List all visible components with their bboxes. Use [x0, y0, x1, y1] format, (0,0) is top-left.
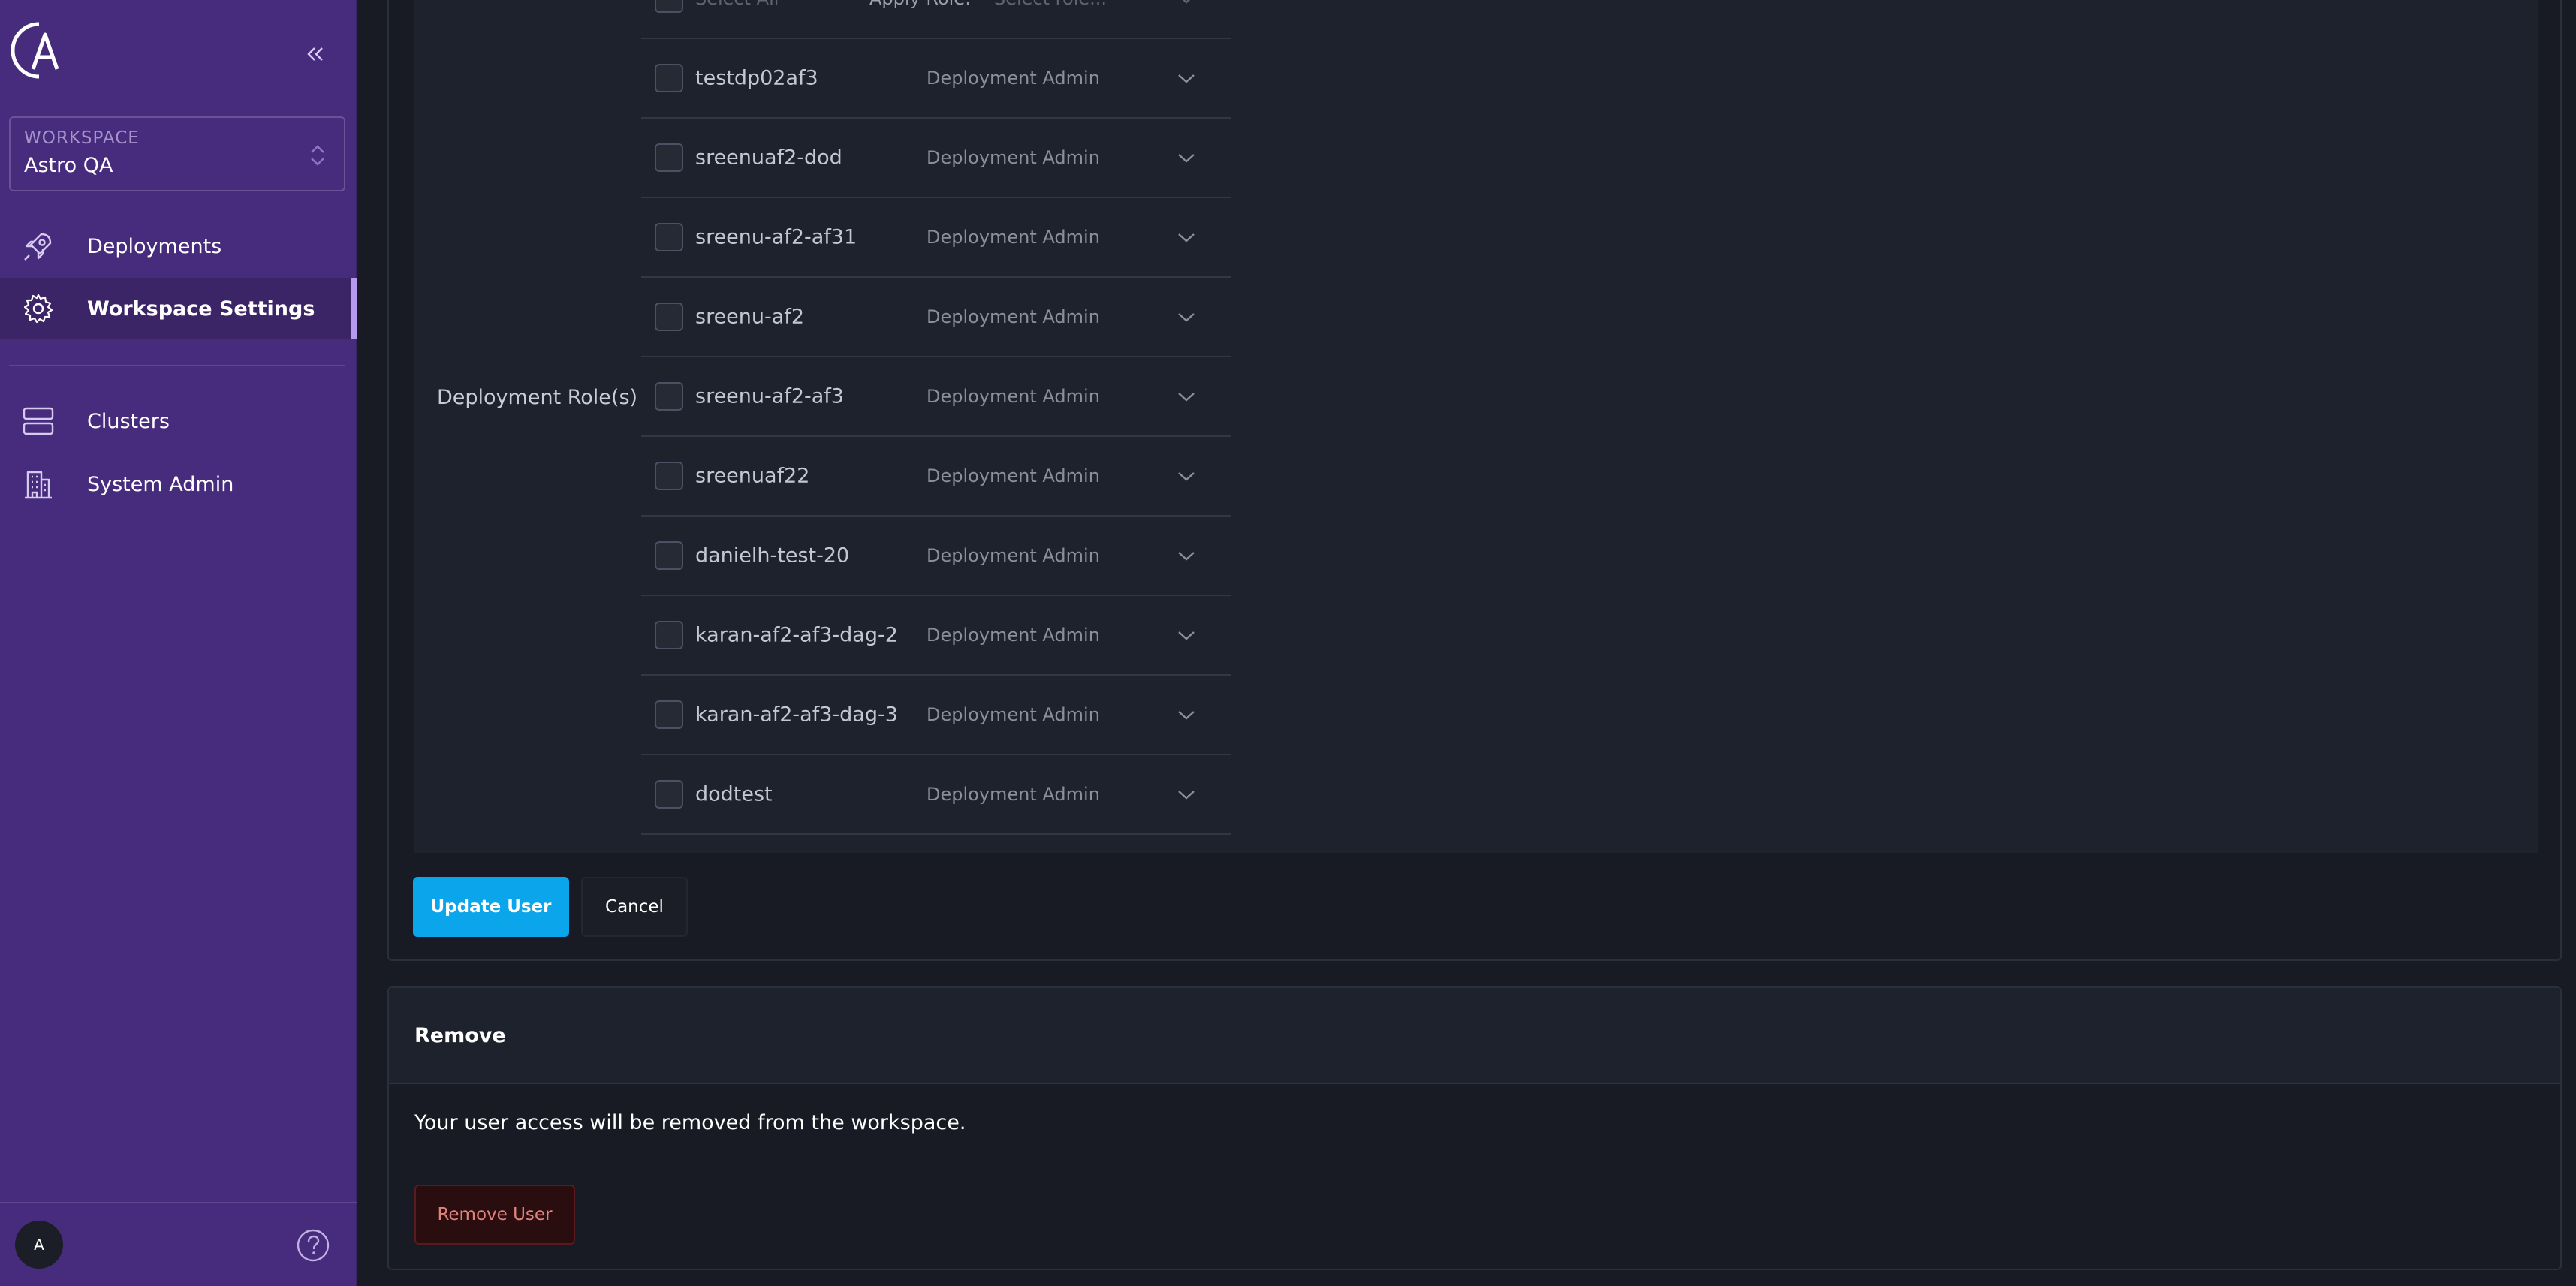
- deployment-name: sreenu-af2-af3: [695, 384, 844, 408]
- deployment-role-row: sreenu-af2-af3 Deployment Admin: [641, 357, 1231, 437]
- deployment-role-value: Deployment Admin: [926, 68, 1100, 89]
- workspace-name: Astro QA: [24, 154, 113, 177]
- chevron-down-icon: [1178, 393, 1195, 402]
- deployment-role-row: danielh-test-20 Deployment Admin: [641, 517, 1231, 596]
- sidebar-divider: [0, 1202, 357, 1203]
- deployment-role-select[interactable]: Deployment Admin: [926, 215, 1197, 260]
- deployment-role-row: karan-af2-af3-dag-2 Deployment Admin: [641, 596, 1231, 676]
- sidebar-item-label: Workspace Settings: [87, 297, 315, 321]
- chevron-down-icon: [1178, 631, 1195, 640]
- deployment-role-row: sreenuaf2-dod Deployment Admin: [641, 119, 1231, 198]
- remove-user-card: Remove Your user access will be removed …: [387, 986, 2562, 1270]
- deployment-role-select[interactable]: Deployment Admin: [926, 56, 1197, 101]
- deployment-checkbox[interactable]: [655, 462, 683, 490]
- deployment-name: sreenu-af2-af31: [695, 225, 857, 249]
- deployment-name: dodtest: [695, 782, 773, 806]
- deployment-role-value: Deployment Admin: [926, 306, 1100, 327]
- gear-icon: [21, 291, 56, 326]
- deployment-role-select[interactable]: Deployment Admin: [926, 294, 1197, 339]
- deployment-role-value: Deployment Admin: [926, 147, 1100, 168]
- remove-user-button[interactable]: Remove User: [414, 1185, 575, 1245]
- sidebar-item-label: System Admin: [87, 472, 234, 496]
- deployment-checkbox[interactable]: [655, 541, 683, 570]
- chevron-down-icon: [1178, 233, 1195, 242]
- deployment-role-value: Deployment Admin: [926, 784, 1100, 805]
- select-all-checkbox[interactable]: [655, 0, 683, 13]
- deployment-name: sreenu-af2: [695, 305, 804, 329]
- deployment-name: karan-af2-af3-dag-3: [695, 703, 898, 727]
- sidebar-item-system-admin[interactable]: System Admin: [0, 453, 357, 515]
- deployment-role-value: Deployment Admin: [926, 465, 1100, 486]
- deployment-role-value: Deployment Admin: [926, 625, 1100, 646]
- deployment-role-row: dodtest Deployment Admin: [641, 755, 1231, 835]
- deployment-checkbox[interactable]: [655, 223, 683, 251]
- deployment-checkbox[interactable]: [655, 64, 683, 92]
- select-all-label: Select All: [695, 0, 779, 9]
- deployment-checkbox[interactable]: [655, 700, 683, 729]
- deployment-name: karan-af2-af3-dag-2: [695, 623, 898, 647]
- deployment-role-select[interactable]: Deployment Admin: [926, 135, 1197, 180]
- sidebar-item-deployments[interactable]: Deployments: [0, 215, 357, 277]
- deployment-role-row: testdp02af3 Deployment Admin: [641, 39, 1231, 119]
- chevron-down-icon: [1178, 74, 1195, 83]
- remove-description: Your user access will be removed from th…: [414, 1111, 966, 1134]
- deployment-checkbox[interactable]: [655, 303, 683, 331]
- chevron-down-icon: [1178, 154, 1195, 163]
- rocket-icon: [21, 229, 56, 264]
- deployment-name: testdp02af3: [695, 66, 818, 90]
- chevron-down-icon: [1178, 552, 1195, 561]
- deployment-checkbox[interactable]: [655, 382, 683, 411]
- deployment-role-select[interactable]: Deployment Admin: [926, 453, 1197, 498]
- sidebar-item-workspace-settings[interactable]: Workspace Settings: [0, 278, 357, 339]
- deployment-checkbox[interactable]: [655, 143, 683, 172]
- building-icon: [21, 467, 56, 501]
- roles-header-row: Select All Apply Role: Select role...: [641, 0, 1231, 39]
- remove-card-header: Remove: [389, 988, 2560, 1084]
- chevron-down-icon: [1178, 313, 1195, 322]
- remove-title: Remove: [414, 1024, 506, 1047]
- deployment-roles-label: Deployment Role(s): [437, 386, 638, 409]
- chevron-down-icon: [1178, 791, 1195, 800]
- update-user-button[interactable]: Update User: [413, 877, 569, 937]
- deployment-role-select[interactable]: Deployment Admin: [926, 374, 1197, 419]
- deployment-role-value: Deployment Admin: [926, 545, 1100, 566]
- deployment-checkbox[interactable]: [655, 780, 683, 809]
- deployment-role-select[interactable]: Deployment Admin: [926, 692, 1197, 737]
- sidebar-divider: [9, 365, 345, 366]
- cancel-button[interactable]: Cancel: [581, 877, 688, 937]
- sidebar-item-label: Clusters: [87, 409, 170, 433]
- question-circle-icon[interactable]: [296, 1228, 330, 1263]
- deployment-name: sreenuaf2-dod: [695, 146, 842, 170]
- deployment-role-value: Deployment Admin: [926, 227, 1100, 248]
- deployment-role-select[interactable]: Deployment Admin: [926, 772, 1197, 817]
- apply-role-placeholder: Select role...: [994, 0, 1107, 9]
- deployment-role-value: Deployment Admin: [926, 704, 1100, 725]
- deployment-role-row: sreenu-af2 Deployment Admin: [641, 278, 1231, 357]
- astronomer-logo[interactable]: [11, 18, 63, 83]
- deployment-role-row: sreenuaf22 Deployment Admin: [641, 437, 1231, 517]
- deployment-role-row: sreenu-af2-af31 Deployment Admin: [641, 198, 1231, 278]
- sidebar-item-label: Deployments: [87, 234, 222, 258]
- avatar[interactable]: A: [15, 1221, 63, 1269]
- double-chevron-left-icon: [307, 47, 323, 61]
- server-stack-icon: [21, 404, 56, 438]
- workspace-caption: WORKSPACE: [24, 128, 140, 148]
- chevron-down-icon: [1182, 0, 1191, 4]
- sidebar-item-clusters[interactable]: Clusters: [0, 390, 357, 452]
- collapse-sidebar-button[interactable]: [299, 39, 332, 69]
- deployment-role-row: karan-af2-af3-dag-3 Deployment Admin: [641, 676, 1231, 755]
- deployment-role-select[interactable]: Deployment Admin: [926, 613, 1197, 658]
- chevron-up-down-icon: [311, 145, 324, 166]
- deployment-checkbox[interactable]: [655, 621, 683, 649]
- deployment-name: danielh-test-20: [695, 544, 850, 568]
- deployment-role-select[interactable]: Deployment Admin: [926, 533, 1197, 578]
- apply-role-select[interactable]: Select role...: [994, 0, 1197, 21]
- deployment-name: sreenuaf22: [695, 464, 810, 488]
- apply-role-label: Apply Role:: [869, 0, 971, 9]
- workspace-selector[interactable]: WORKSPACE Astro QA: [9, 116, 345, 191]
- chevron-down-icon: [1178, 711, 1195, 720]
- deployment-role-value: Deployment Admin: [926, 386, 1100, 407]
- chevron-down-icon: [1178, 472, 1195, 481]
- sidebar: WORKSPACE Astro QA Deployments Workspace…: [0, 0, 357, 1286]
